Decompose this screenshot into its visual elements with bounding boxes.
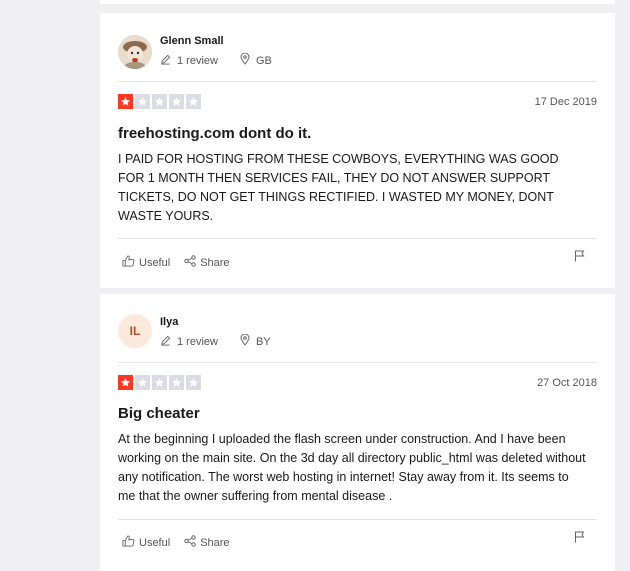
star-icon bbox=[169, 94, 184, 109]
review-title[interactable]: Big cheater bbox=[118, 405, 200, 422]
flag-icon[interactable] bbox=[574, 249, 585, 267]
review-date: 17 Dec 2019 bbox=[534, 96, 597, 108]
useful-label: Useful bbox=[139, 536, 171, 549]
location-pin-icon bbox=[240, 333, 250, 349]
share-icon bbox=[184, 535, 200, 550]
reviewer-meta: 1 review GB bbox=[160, 52, 272, 68]
share-label: Share bbox=[200, 536, 230, 549]
divider bbox=[118, 362, 597, 363]
star-rating bbox=[118, 94, 201, 109]
review-title[interactable]: freehosting.com dont do it. bbox=[118, 125, 311, 142]
location-pin-icon bbox=[240, 52, 250, 68]
star-icon bbox=[152, 94, 167, 109]
review-card-previous bbox=[100, 0, 615, 4]
star-icon bbox=[118, 94, 133, 109]
avatar[interactable] bbox=[118, 35, 152, 69]
divider bbox=[118, 519, 597, 520]
review-body: I PAID FOR HOSTING FROM THESE COWBOYS, E… bbox=[118, 152, 559, 223]
star-icon bbox=[186, 375, 201, 390]
share-label: Share bbox=[200, 256, 230, 269]
divider bbox=[118, 81, 597, 82]
review-card: Glenn Small 1 review GB 17 Dec 2019 free… bbox=[100, 13, 615, 288]
flag-icon[interactable] bbox=[574, 530, 585, 548]
reviewer-country: GB bbox=[255, 54, 272, 67]
reviewer-meta: 1 review BY bbox=[160, 333, 271, 349]
review-count: 1 review bbox=[177, 54, 218, 67]
pencil-icon bbox=[160, 335, 171, 349]
divider bbox=[118, 238, 597, 239]
star-rating bbox=[118, 375, 201, 390]
useful-button[interactable]: Useful bbox=[122, 255, 170, 270]
review-count: 1 review bbox=[177, 335, 218, 348]
thumbs-up-icon bbox=[122, 535, 139, 550]
star-icon bbox=[169, 375, 184, 390]
star-icon bbox=[186, 94, 201, 109]
useful-button[interactable]: Useful bbox=[122, 535, 170, 550]
avatar[interactable]: IL bbox=[118, 314, 152, 348]
thumbs-up-icon bbox=[122, 255, 139, 270]
review-actions: Useful Share bbox=[122, 255, 244, 270]
review-actions: Useful Share bbox=[122, 535, 244, 550]
reviewer-name[interactable]: Ilya bbox=[160, 316, 178, 328]
useful-label: Useful bbox=[139, 256, 171, 269]
share-button[interactable]: Share bbox=[184, 535, 230, 550]
star-icon bbox=[135, 94, 150, 109]
star-icon bbox=[118, 375, 133, 390]
pencil-icon bbox=[160, 54, 171, 68]
star-icon bbox=[152, 375, 167, 390]
review-card: IL Ilya 1 review BY 27 Oct 2018 Big chea… bbox=[100, 294, 615, 571]
review-body: At the beginning I uploaded the flash sc… bbox=[118, 432, 586, 503]
reviewer-country: BY bbox=[255, 335, 271, 348]
star-icon bbox=[135, 375, 150, 390]
reviewer-name[interactable]: Glenn Small bbox=[160, 35, 224, 47]
share-button[interactable]: Share bbox=[184, 255, 230, 270]
review-date: 27 Oct 2018 bbox=[537, 377, 597, 389]
share-icon bbox=[184, 255, 200, 270]
avatar-image bbox=[118, 35, 152, 69]
